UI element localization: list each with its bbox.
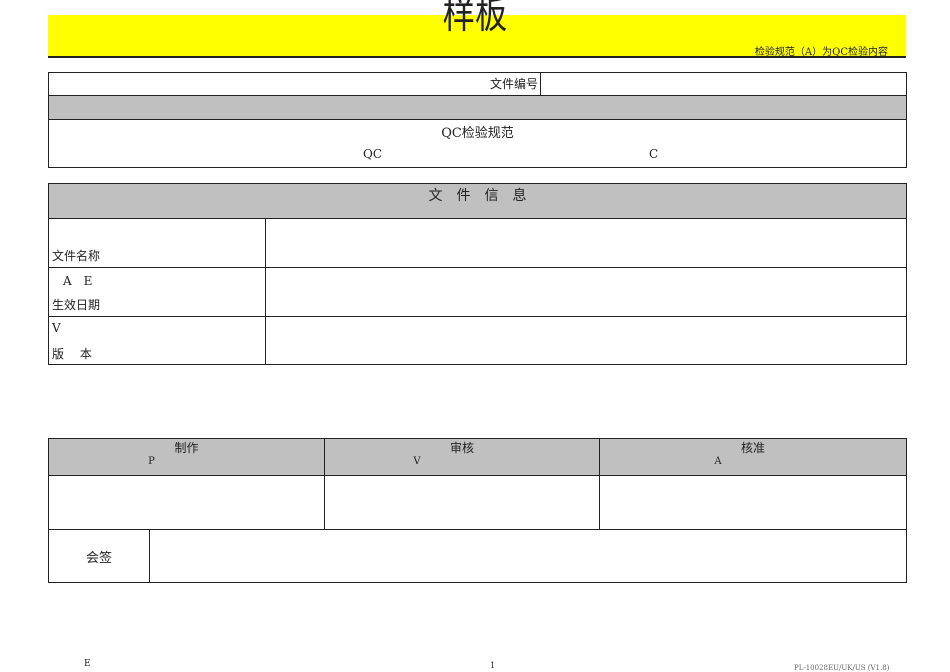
file-info-table: 文 件 信 息 文件名称 A E 生效日期 V 版 本 — [48, 183, 907, 365]
footer-mid: 1 — [490, 661, 496, 670]
info-row-version: V 版 本 — [48, 316, 266, 365]
doc-number-field[interactable] — [540, 72, 907, 96]
info-value-field[interactable] — [265, 267, 907, 317]
countersign-field[interactable] — [149, 529, 907, 583]
info-row-name: 文件名称 — [48, 218, 266, 268]
info-label: 生效日期 — [52, 298, 101, 312]
spec-sub-right: C — [649, 147, 659, 161]
make-sign-field[interactable] — [47, 475, 326, 530]
info-value-field[interactable] — [265, 316, 907, 365]
gray-row — [48, 95, 907, 120]
info-marker: A E — [63, 274, 93, 288]
review-sign-field[interactable] — [324, 475, 601, 530]
spec-sub-left: QC — [363, 147, 383, 161]
approval-col-approve: 核准 A — [599, 438, 907, 476]
page-title: 样板 — [442, 0, 508, 37]
info-marker: V — [52, 321, 61, 335]
spec-title: QC检验规范 — [441, 126, 514, 141]
footer-left: E — [84, 659, 91, 669]
file-info-heading: 文 件 信 息 — [48, 183, 907, 219]
info-value-field[interactable] — [265, 218, 907, 268]
footer-code: PL-10028EU/UK/US (V1.8) — [794, 664, 890, 672]
info-row-date: A E 生效日期 — [48, 267, 266, 317]
approve-sign-field[interactable] — [599, 475, 907, 530]
doc-number-label: 文件编号 — [48, 72, 541, 96]
info-label: 版 本 — [52, 347, 92, 361]
countersign-label: 会签 — [48, 529, 150, 583]
approval-table: 制作 P 审核 V 核准 A 会签 — [47, 438, 907, 583]
header-note: 检验规范（A）为QC检验内容 — [754, 47, 888, 58]
info-label: 文件名称 — [52, 249, 101, 263]
doc-number-table: 文件编号 QC检验规范 QC C — [48, 72, 907, 168]
